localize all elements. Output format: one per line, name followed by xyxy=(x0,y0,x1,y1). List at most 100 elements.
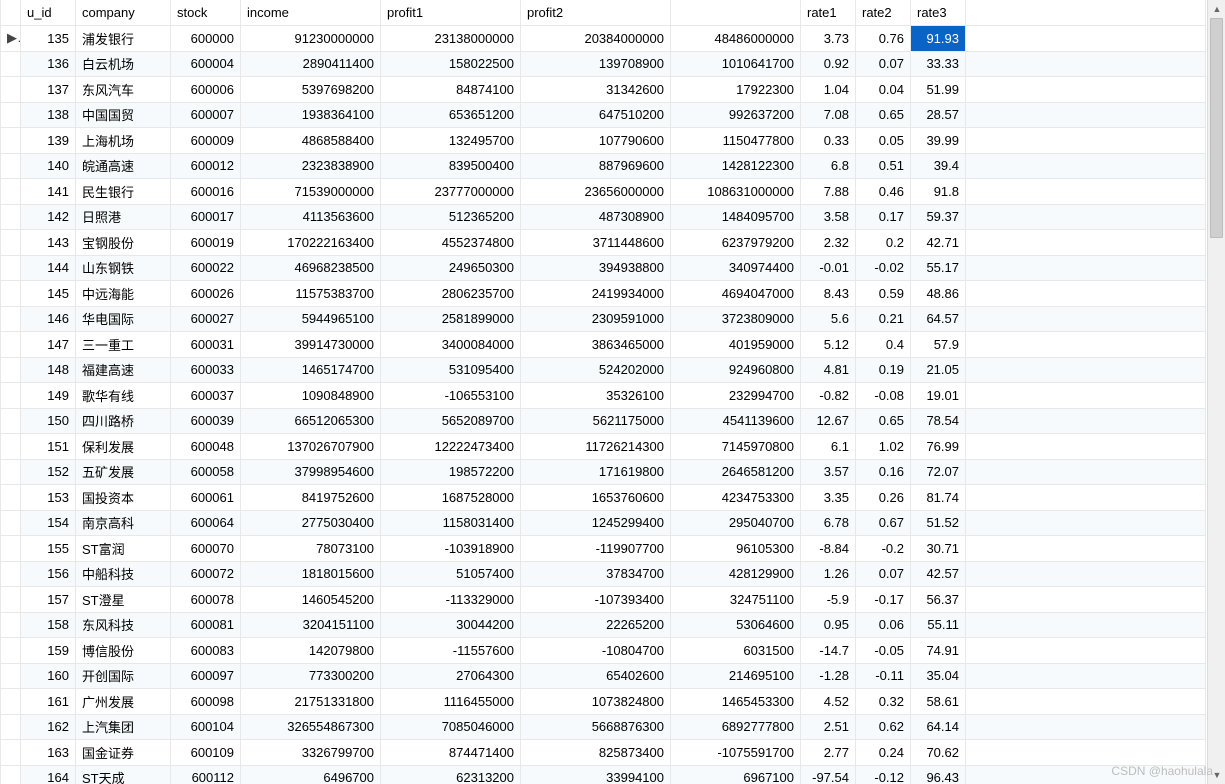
cell-income[interactable]: 326554867300 xyxy=(241,714,381,740)
cell-profit2[interactable]: 524202000 xyxy=(521,357,671,383)
cell-rate2[interactable]: 0.51 xyxy=(856,153,911,179)
cell-profit2[interactable]: 31342600 xyxy=(521,77,671,103)
cell-profit2[interactable]: -10804700 xyxy=(521,638,671,664)
cell-profit2[interactable]: 487308900 xyxy=(521,204,671,230)
cell-rate1[interactable]: -0.82 xyxy=(801,383,856,409)
table-row[interactable]: 161广州发展600098217513318001116455000107382… xyxy=(1,689,1206,715)
cell-profit2[interactable]: 20384000000 xyxy=(521,26,671,52)
cell-u_id[interactable]: 140 xyxy=(21,153,76,179)
cell-company[interactable]: 国金证券 xyxy=(76,740,171,766)
cell-income[interactable]: 2775030400 xyxy=(241,510,381,536)
table-row[interactable]: 150四川路桥600039665120653005652089700562117… xyxy=(1,408,1206,434)
header-income[interactable]: income xyxy=(241,0,381,26)
cell-blank[interactable]: -1075591700 xyxy=(671,740,801,766)
cell-stock[interactable]: 600031 xyxy=(171,332,241,358)
cell-profit1[interactable]: 62313200 xyxy=(381,765,521,784)
cell-company[interactable]: 中远海能 xyxy=(76,281,171,307)
cell-stock[interactable]: 600072 xyxy=(171,561,241,587)
cell-rate2[interactable]: 0.62 xyxy=(856,714,911,740)
cell-profit2[interactable]: 33994100 xyxy=(521,765,671,784)
cell-income[interactable]: 4868588400 xyxy=(241,128,381,154)
table-row[interactable]: 149歌华有线6000371090848900-1065531003532610… xyxy=(1,383,1206,409)
cell-income[interactable]: 71539000000 xyxy=(241,179,381,205)
header-profit2[interactable]: profit2 xyxy=(521,0,671,26)
cell-profit2[interactable]: 887969600 xyxy=(521,153,671,179)
cell-income[interactable]: 773300200 xyxy=(241,663,381,689)
cell-income[interactable]: 4113563600 xyxy=(241,204,381,230)
cell-u_id[interactable]: 154 xyxy=(21,510,76,536)
cell-income[interactable]: 142079800 xyxy=(241,638,381,664)
cell-blank[interactable]: 295040700 xyxy=(671,510,801,536)
cell-rate2[interactable]: 0.24 xyxy=(856,740,911,766)
cell-rate1[interactable]: -8.84 xyxy=(801,536,856,562)
cell-company[interactable]: 四川路桥 xyxy=(76,408,171,434)
cell-rate3[interactable]: 19.01 xyxy=(911,383,966,409)
cell-u_id[interactable]: 164 xyxy=(21,765,76,784)
cell-income[interactable]: 1090848900 xyxy=(241,383,381,409)
cell-u_id[interactable]: 150 xyxy=(21,408,76,434)
cell-company[interactable]: 中船科技 xyxy=(76,561,171,587)
cell-rate2[interactable]: 0.32 xyxy=(856,689,911,715)
cell-profit1[interactable]: 653651200 xyxy=(381,102,521,128)
cell-u_id[interactable]: 148 xyxy=(21,357,76,383)
cell-income[interactable]: 5397698200 xyxy=(241,77,381,103)
cell-rate1[interactable]: 2.32 xyxy=(801,230,856,256)
cell-income[interactable]: 2890411400 xyxy=(241,51,381,77)
cell-blank[interactable]: 6031500 xyxy=(671,638,801,664)
cell-blank[interactable]: 4694047000 xyxy=(671,281,801,307)
cell-stock[interactable]: 600097 xyxy=(171,663,241,689)
cell-u_id[interactable]: 151 xyxy=(21,434,76,460)
header-u_id[interactable]: u_id xyxy=(21,0,76,26)
cell-rate2[interactable]: 0.05 xyxy=(856,128,911,154)
cell-profit1[interactable]: 2806235700 xyxy=(381,281,521,307)
cell-u_id[interactable]: 135 xyxy=(21,26,76,52)
cell-profit2[interactable]: 23656000000 xyxy=(521,179,671,205)
cell-profit2[interactable]: -119907700 xyxy=(521,536,671,562)
cell-stock[interactable]: 600006 xyxy=(171,77,241,103)
cell-profit2[interactable]: 3863465000 xyxy=(521,332,671,358)
cell-stock[interactable]: 600017 xyxy=(171,204,241,230)
cell-company[interactable]: 日照港 xyxy=(76,204,171,230)
cell-rate3[interactable]: 91.8 xyxy=(911,179,966,205)
cell-blank[interactable]: 53064600 xyxy=(671,612,801,638)
cell-rate1[interactable]: 6.1 xyxy=(801,434,856,460)
cell-rate1[interactable]: 3.35 xyxy=(801,485,856,511)
cell-blank[interactable]: 6967100 xyxy=(671,765,801,784)
cell-rate2[interactable]: 0.21 xyxy=(856,306,911,332)
cell-rate2[interactable]: 0.4 xyxy=(856,332,911,358)
cell-profit2[interactable]: 647510200 xyxy=(521,102,671,128)
cell-stock[interactable]: 600104 xyxy=(171,714,241,740)
cell-u_id[interactable]: 163 xyxy=(21,740,76,766)
cell-rate1[interactable]: 4.52 xyxy=(801,689,856,715)
cell-rate1[interactable]: 1.26 xyxy=(801,561,856,587)
cell-income[interactable]: 91230000000 xyxy=(241,26,381,52)
cell-profit1[interactable]: 27064300 xyxy=(381,663,521,689)
table-row[interactable]: 144山东钢铁600022469682385002496503003949388… xyxy=(1,255,1206,281)
cell-rate2[interactable]: 0.16 xyxy=(856,459,911,485)
cell-profit1[interactable]: 23138000000 xyxy=(381,26,521,52)
cell-profit1[interactable]: 5652089700 xyxy=(381,408,521,434)
cell-stock[interactable]: 600022 xyxy=(171,255,241,281)
cell-company[interactable]: 民生银行 xyxy=(76,179,171,205)
cell-company[interactable]: ST富润 xyxy=(76,536,171,562)
cell-rate2[interactable]: -0.11 xyxy=(856,663,911,689)
header-blank[interactable] xyxy=(671,0,801,26)
header-profit1[interactable]: profit1 xyxy=(381,0,521,26)
cell-u_id[interactable]: 147 xyxy=(21,332,76,358)
cell-blank[interactable]: 4541139600 xyxy=(671,408,801,434)
cell-profit1[interactable]: 23777000000 xyxy=(381,179,521,205)
cell-stock[interactable]: 600083 xyxy=(171,638,241,664)
table-row[interactable]: 136白云机场600004289041140015802250013970890… xyxy=(1,51,1206,77)
table-row[interactable]: 142日照港6000174113563600512365200487308900… xyxy=(1,204,1206,230)
cell-blank[interactable]: 6237979200 xyxy=(671,230,801,256)
cell-rate1[interactable]: 6.8 xyxy=(801,153,856,179)
cell-blank[interactable]: 1428122300 xyxy=(671,153,801,179)
cell-income[interactable]: 39914730000 xyxy=(241,332,381,358)
cell-income[interactable]: 1465174700 xyxy=(241,357,381,383)
cell-rate1[interactable]: 7.08 xyxy=(801,102,856,128)
table-row[interactable]: 163国金证券600109332679970087447140082587340… xyxy=(1,740,1206,766)
cell-rate2[interactable]: 0.67 xyxy=(856,510,911,536)
cell-company[interactable]: 福建高速 xyxy=(76,357,171,383)
cell-rate2[interactable]: 0.07 xyxy=(856,561,911,587)
table-row[interactable]: 143宝钢股份600019170222163400455237480037114… xyxy=(1,230,1206,256)
